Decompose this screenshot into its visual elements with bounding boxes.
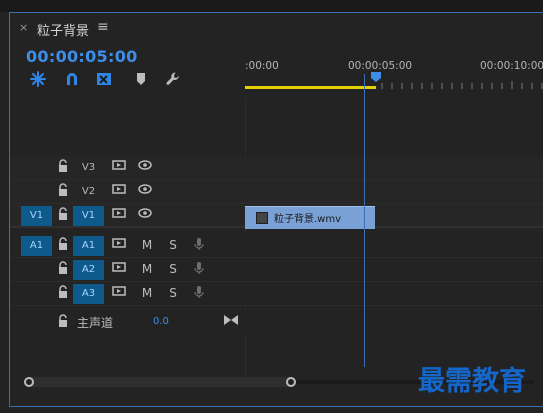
marker-icon[interactable] <box>133 71 151 87</box>
track-row-a2: A2 M S <box>10 258 543 282</box>
source-target-a1[interactable]: A1 <box>21 236 52 256</box>
lock-icon[interactable] <box>57 183 71 201</box>
timeline-tab-bar: × 粒子背景 ≡ <box>10 13 543 43</box>
lock-icon[interactable] <box>57 237 71 255</box>
clip-name: 粒子背景.wmv <box>274 214 342 225</box>
lock-icon[interactable] <box>57 285 71 303</box>
timeline-panel: × 粒子背景 ≡ 00:00:05:00:00:00 00:00:05:00 … <box>9 12 543 407</box>
solo-button[interactable]: S <box>166 237 180 253</box>
lock-icon[interactable] <box>57 314 71 332</box>
wrench-icon[interactable] <box>165 71 183 87</box>
time-ruler[interactable]: :00:00 00:00:05:00 00:00:10:00 <box>245 43 543 99</box>
top-strip <box>0 0 543 12</box>
watermark: 最需教育 <box>418 366 526 397</box>
linked-selection-icon[interactable] <box>96 71 114 87</box>
master-label: 主声道 <box>77 316 114 330</box>
master-track-row: 主声道 0.0 <box>10 310 543 336</box>
mute-button[interactable]: M <box>140 261 154 277</box>
scroll-thumb[interactable] <box>24 377 294 387</box>
playhead-line <box>364 74 365 367</box>
mute-button[interactable]: M <box>140 285 154 301</box>
master-volume-value[interactable]: 0.0 <box>153 316 169 327</box>
solo-button[interactable]: S <box>166 261 180 277</box>
track-row-v2: V2 <box>10 180 543 204</box>
lock-icon[interactable] <box>57 261 71 279</box>
in-out-range-bar <box>245 86 376 89</box>
track-label-v1[interactable]: V1 <box>73 206 104 226</box>
film-icon[interactable] <box>112 261 126 277</box>
snap-icon[interactable] <box>30 71 48 87</box>
film-icon[interactable] <box>112 159 126 175</box>
ruler-label-10s: 00:00:10:00 <box>480 60 543 72</box>
ruler-label-0: :00:00 <box>245 60 279 72</box>
track-label-a1[interactable]: A1 <box>73 236 104 256</box>
track-label-v3[interactable]: V3 <box>73 158 104 178</box>
mute-button[interactable]: M <box>140 237 154 253</box>
app-window: × 粒子背景 ≡ 00:00:05:00:00:00 00:00:05:00 … <box>0 0 543 413</box>
master-bowtie-icon[interactable] <box>223 312 239 328</box>
microphone-icon[interactable] <box>192 285 206 301</box>
magnet-icon[interactable] <box>64 71 82 87</box>
source-target-v1[interactable]: V1 <box>21 206 52 226</box>
timeline-tab-title[interactable]: 粒子背景 <box>37 20 89 39</box>
ruler-label-5s: 00:00:05:00 <box>348 60 413 72</box>
film-icon[interactable] <box>112 237 126 253</box>
clip-fx-icon <box>256 212 268 224</box>
playhead-timecode[interactable]: 00:00:05:00 <box>26 47 138 66</box>
track-row-a1: A1 A1 M S <box>10 234 543 258</box>
zoom-handle-right[interactable] <box>286 377 296 387</box>
tab-menu-button[interactable]: ≡ <box>97 19 109 35</box>
film-icon[interactable] <box>112 285 126 301</box>
eye-icon[interactable] <box>138 207 152 223</box>
video-clip[interactable]: 粒子背景.wmv <box>245 206 375 229</box>
eye-icon[interactable] <box>138 183 152 199</box>
eye-icon[interactable] <box>138 159 152 175</box>
track-row-a3: A3 M S <box>10 282 543 306</box>
track-label-v2[interactable]: V2 <box>73 182 104 202</box>
track-row-v3: V3 <box>10 156 543 180</box>
track-label-a3[interactable]: A3 <box>73 284 104 304</box>
film-icon[interactable] <box>112 183 126 199</box>
lock-icon[interactable] <box>57 207 71 225</box>
microphone-icon[interactable] <box>192 237 206 253</box>
ruler-ticks <box>381 81 543 89</box>
lock-icon[interactable] <box>57 159 71 177</box>
tab-close-button[interactable]: × <box>19 21 28 34</box>
track-label-a2[interactable]: A2 <box>73 260 104 280</box>
solo-button[interactable]: S <box>166 285 180 301</box>
microphone-icon[interactable] <box>192 261 206 277</box>
zoom-handle-left[interactable] <box>24 377 34 387</box>
film-icon[interactable] <box>112 207 126 223</box>
